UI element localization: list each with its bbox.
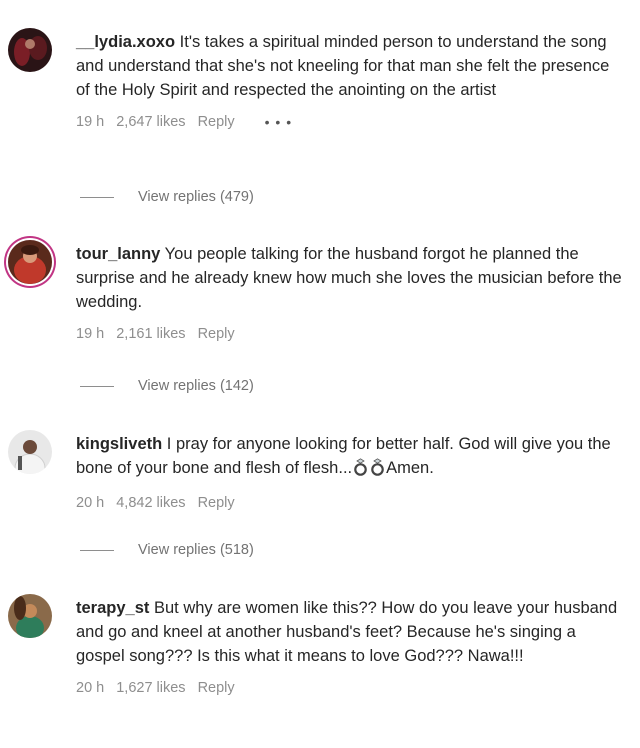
comment-time: 19 h: [76, 326, 105, 342]
view-replies-label: View replies (142): [138, 378, 254, 394]
avatar[interactable]: [8, 594, 52, 638]
comment-body: __lydia.xoxo It's takes a spiritual mind…: [76, 30, 626, 130]
comment-text-block: __lydia.xoxo It's takes a spiritual mind…: [76, 30, 626, 102]
reply-button[interactable]: Reply: [198, 114, 235, 130]
comment-meta: 19 h 2,161 likes Reply: [76, 326, 626, 342]
reply-button[interactable]: Reply: [198, 680, 235, 696]
view-replies-label: View replies (479): [138, 189, 254, 205]
comment-time: 20 h: [76, 680, 105, 696]
comment-time: 19 h: [76, 114, 105, 130]
comment-text-block: terapy_st But why are women like this?? …: [76, 596, 626, 668]
comment-text-after: Amen.: [386, 459, 434, 477]
more-dots-icon[interactable]: • • •: [265, 114, 292, 130]
comment-body: tour_lanny You people talking for the hu…: [76, 242, 626, 342]
comment-body: kingsliveth I pray for anyone looking fo…: [76, 432, 626, 511]
divider-line: [80, 196, 114, 198]
comment-text-block: tour_lanny You people talking for the hu…: [76, 242, 626, 314]
comment-meta: 20 h 1,627 likes Reply: [76, 680, 626, 696]
comment-likes[interactable]: 2,161 likes: [116, 326, 185, 342]
reply-button[interactable]: Reply: [198, 495, 235, 511]
comment-username[interactable]: tour_lanny: [76, 245, 160, 263]
comment-text-block: kingsliveth I pray for anyone looking fo…: [76, 432, 626, 483]
comment-meta: 19 h 2,647 likes Reply • • •: [76, 114, 626, 130]
comment-likes[interactable]: 1,627 likes: [116, 680, 185, 696]
comment-likes[interactable]: 4,842 likes: [116, 495, 185, 511]
comment-username[interactable]: kingsliveth: [76, 435, 162, 453]
divider-line: [80, 385, 114, 387]
view-replies-button[interactable]: View replies (479): [80, 189, 254, 205]
avatar[interactable]: [8, 28, 52, 72]
comment-username[interactable]: terapy_st: [76, 599, 149, 617]
comment-time: 20 h: [76, 495, 105, 511]
ring-icon: [352, 458, 369, 483]
ring-icon: [369, 458, 386, 483]
view-replies-button[interactable]: View replies (142): [80, 378, 254, 394]
comment-text: But why are women like this?? How do you…: [76, 599, 618, 665]
comment-likes[interactable]: 2,647 likes: [116, 114, 185, 130]
view-replies-label: View replies (518): [138, 542, 254, 558]
reply-button[interactable]: Reply: [198, 326, 235, 342]
comment-meta: 20 h 4,842 likes Reply: [76, 495, 626, 511]
avatar[interactable]: [8, 430, 52, 474]
comment-body: terapy_st But why are women like this?? …: [76, 596, 626, 696]
divider-line: [80, 549, 114, 551]
comment-username[interactable]: __lydia.xoxo: [76, 33, 175, 51]
avatar[interactable]: [8, 240, 52, 284]
view-replies-button[interactable]: View replies (518): [80, 542, 254, 558]
